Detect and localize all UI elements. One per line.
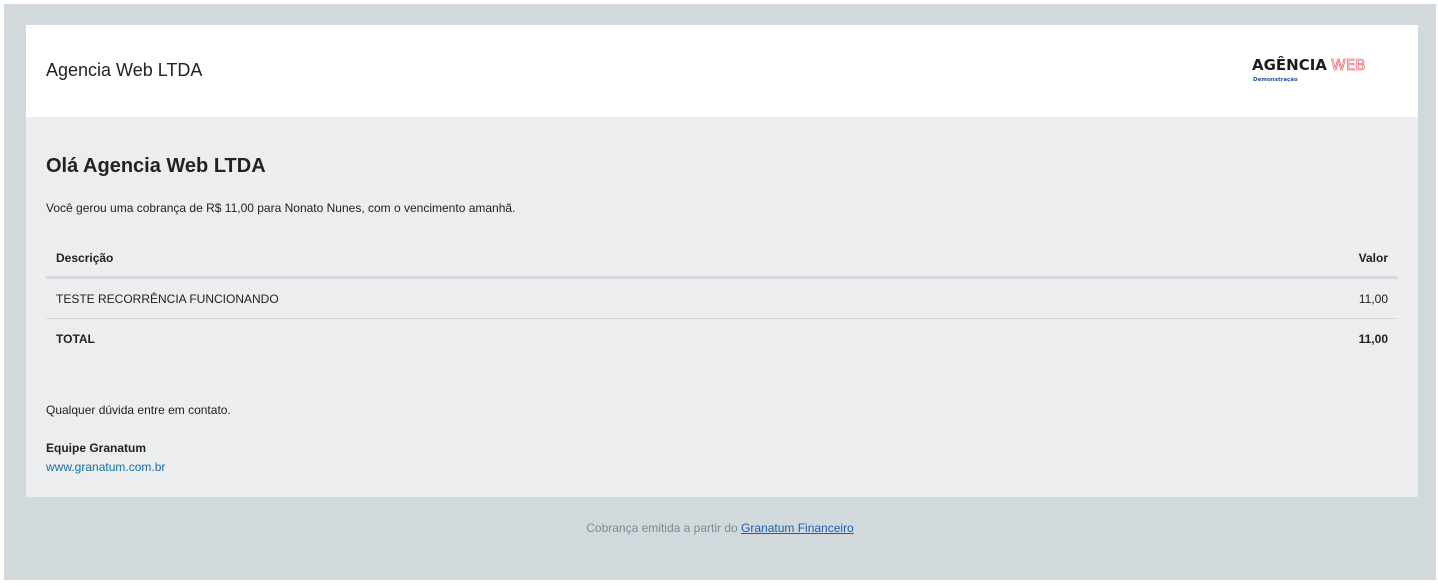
total-label: TOTAL (56, 332, 95, 346)
email-card: Agencia Web LTDA AGÊNCIA WEB Demonstraçã… (26, 25, 1418, 497)
agencia-web-logo: AGÊNCIA WEB Demonstração (1252, 55, 1366, 83)
greeting-heading: Olá Agencia Web LTDA (46, 155, 266, 177)
charge-table: Descrição Valor TESTE RECORRÊNCIA FUNCIO… (46, 239, 1398, 359)
column-header-value: Valor (1358, 250, 1388, 265)
email-header: Agencia Web LTDA AGÊNCIA WEB Demonstraçã… (26, 25, 1418, 117)
table-row: TESTE RECORRÊNCIA FUNCIONANDO 11,00 (46, 279, 1398, 319)
total-value: 11,00 (1358, 332, 1388, 346)
item-value: 11,00 (1358, 291, 1388, 306)
closing-text: Qualquer dúvida entre em contato. (46, 403, 231, 417)
column-header-description: Descrição (56, 250, 114, 265)
email-background: Agencia Web LTDA AGÊNCIA WEB Demonstraçã… (4, 4, 1436, 580)
footer-granatum-link[interactable]: Granatum Financeiro (741, 521, 854, 535)
signature-team: Equipe Granatum (46, 441, 147, 455)
logo-word-primary: AGÊNCIA (1252, 55, 1327, 74)
intro-text: Você gerou uma cobrança de R$ 11,00 para… (46, 201, 516, 215)
table-header-row: Descrição Valor (46, 239, 1398, 279)
logo-tagline: Demonstração (1253, 77, 1298, 83)
item-description: TESTE RECORRÊNCIA FUNCIONANDO (56, 291, 279, 306)
total-row: TOTAL 11,00 (46, 319, 1398, 359)
footer-text: Cobrança emitida a partir do (586, 521, 738, 535)
logo-word-secondary: WEB (1331, 56, 1366, 74)
email-footer: Cobrança emitida a partir do Granatum Fi… (4, 521, 1436, 535)
company-name: Agencia Web LTDA (46, 60, 203, 80)
website-link[interactable]: www.granatum.com.br (46, 460, 165, 474)
